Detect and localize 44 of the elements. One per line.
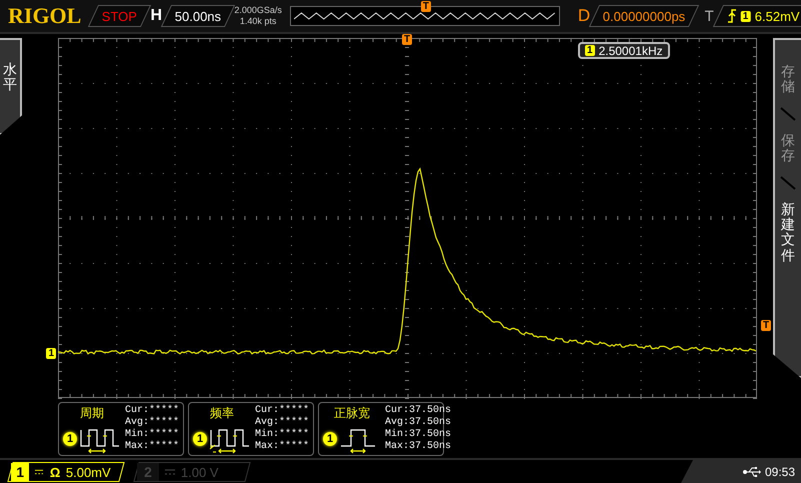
trigger-position-marker: T bbox=[420, 1, 431, 12]
clock-time: 09:53 bbox=[764, 464, 795, 478]
channel-badge: 1 bbox=[63, 432, 77, 446]
rising-edge-icon bbox=[726, 9, 737, 23]
measurement-value: Max:37.50ns bbox=[385, 441, 452, 453]
channel-ground-marker: 1 bbox=[46, 348, 56, 359]
measurement-value: Min:***** bbox=[125, 429, 180, 440]
channel-badge: 1 bbox=[193, 432, 207, 446]
separator-icon bbox=[780, 176, 796, 190]
trigger-label: T bbox=[704, 8, 714, 24]
dc-coupling-icon bbox=[35, 468, 44, 474]
measurement-value: Cur:37.50ns bbox=[385, 405, 452, 417]
measurement-value: Min:***** bbox=[255, 429, 310, 440]
measurement-value: Max:***** bbox=[255, 441, 310, 453]
measurement-value: Cur:***** bbox=[125, 405, 180, 416]
trigger-display: 1 6.52mV bbox=[712, 5, 801, 27]
timebase-display: 50.00ns bbox=[160, 5, 236, 27]
trigger-level-marker: T bbox=[761, 320, 772, 331]
measurement-title: 周期 bbox=[80, 405, 104, 422]
measurement-title: 频率 bbox=[210, 405, 234, 422]
separator-icon bbox=[780, 106, 796, 121]
brand-logo: RIGOL bbox=[8, 3, 82, 29]
run-state-indicator: STOP bbox=[88, 5, 152, 27]
measurement-value: Cur:***** bbox=[255, 405, 310, 416]
usb-icon bbox=[742, 466, 761, 476]
measurement-value: Avg:***** bbox=[125, 417, 180, 428]
delay-label: D bbox=[578, 6, 590, 26]
channel-badge: 1 bbox=[323, 432, 337, 446]
trigger-channel-badge: 1 bbox=[740, 10, 750, 22]
channel-tag[interactable]: 1 Ω 5.00mV bbox=[7, 462, 125, 482]
trigger-time-marker: T bbox=[402, 34, 412, 45]
sample-rate-text: 2.000GSa/s bbox=[234, 5, 282, 16]
frequency-value: 2.50001kHz bbox=[598, 44, 663, 58]
counter-channel-badge: 1 bbox=[585, 45, 595, 56]
measurement-title: 正脉宽 bbox=[334, 405, 370, 422]
dc-coupling-icon bbox=[165, 468, 175, 474]
measurement-value: Avg:***** bbox=[255, 417, 310, 428]
delay-display: 0.00000000ps bbox=[589, 5, 700, 27]
menu-item[interactable]: 新建文件 bbox=[781, 202, 795, 264]
measurement-value: Max:***** bbox=[125, 441, 180, 453]
horizontal-label: H bbox=[150, 7, 162, 25]
measurement-value: Avg:37.50ns bbox=[385, 417, 452, 428]
measurement-value: Min:37.50ns bbox=[385, 429, 452, 441]
memory-depth-text: 1.40k pts bbox=[240, 16, 276, 27]
